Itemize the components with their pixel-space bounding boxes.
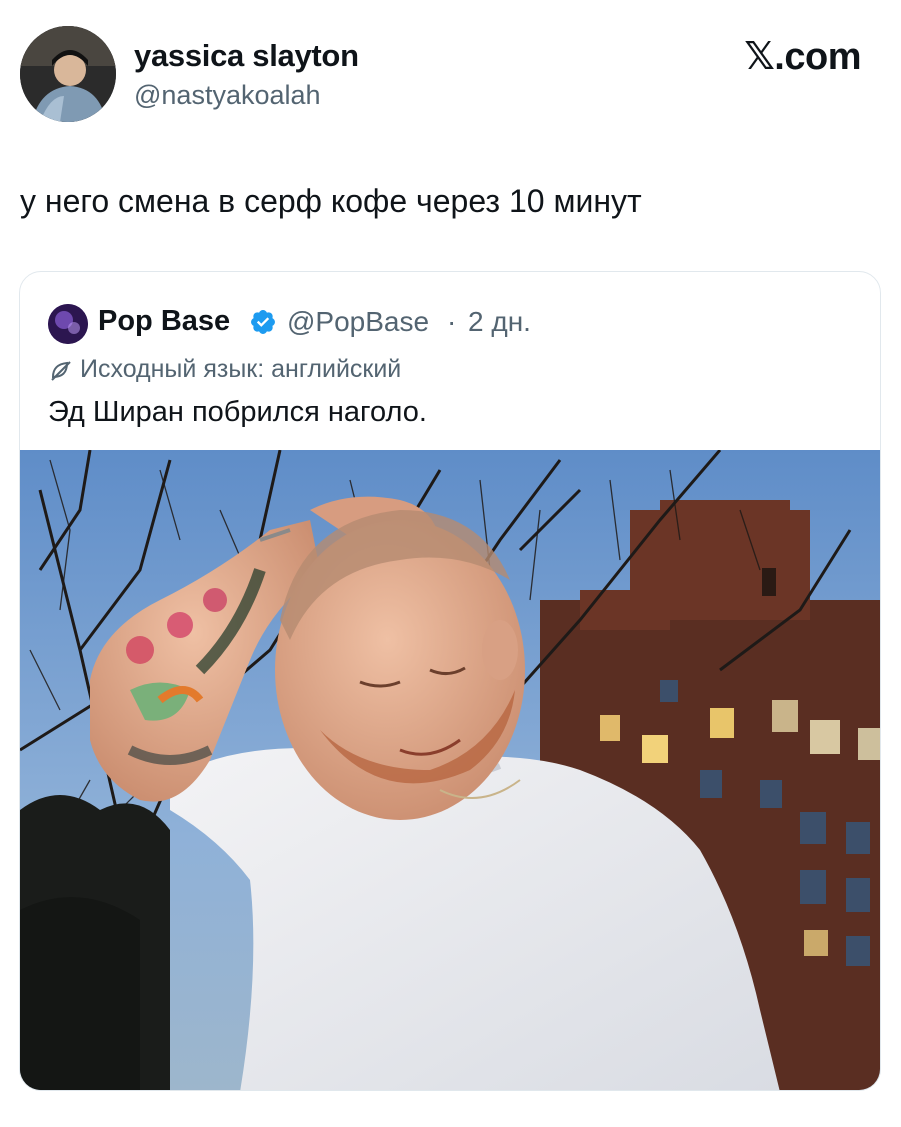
quoted-tweet-time[interactable]: 2 дн. xyxy=(468,306,531,338)
author-avatar[interactable] xyxy=(20,26,116,122)
verified-badge-icon xyxy=(251,310,275,334)
quoted-tweet-card[interactable]: Pop Base @PopBase · 2 дн. Исходный язык:… xyxy=(19,271,881,1091)
quoted-tweet-text: Эд Ширан побрился наголо. xyxy=(48,396,427,428)
meta-separator: · xyxy=(447,306,457,337)
translate-icon xyxy=(51,361,71,381)
quoted-author-name[interactable]: Pop Base xyxy=(98,305,230,338)
quoted-author-handle[interactable]: @PopBase xyxy=(287,306,429,338)
tweet-text: у него смена в серф кофе через 10 минут xyxy=(20,183,642,219)
quoted-author-avatar[interactable] xyxy=(48,304,88,344)
site-logo: 𝕏.com xyxy=(744,36,861,78)
author-name[interactable]: yassica slayton xyxy=(134,38,359,74)
original-language-label[interactable]: Исходный язык: английский xyxy=(80,355,401,384)
author-handle[interactable]: @nastyakoalah xyxy=(134,80,321,111)
quoted-tweet-photo[interactable] xyxy=(20,450,880,1090)
